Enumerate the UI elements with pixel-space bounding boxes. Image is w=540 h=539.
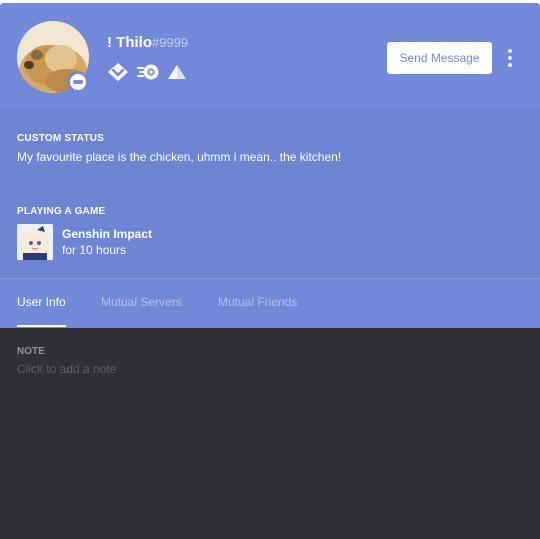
avatar[interactable] [17, 21, 89, 93]
activity-label: PLAYING A GAME [17, 206, 106, 217]
genshin-impact-game-icon [17, 224, 53, 260]
hypesquad-balance-icon[interactable] [107, 62, 129, 82]
more-vertical-icon[interactable] [502, 47, 518, 69]
custom-status-label: CUSTOM STATUS [17, 133, 105, 144]
dnd-status-icon [67, 71, 89, 93]
nitro-icon[interactable] [136, 63, 160, 81]
badge-list [107, 60, 194, 84]
profile-header: ! Thilo#9999 Send Message [0, 3, 540, 110]
user-profile-modal: ! Thilo#9999 Send Message CUSTOM STATUS … [0, 3, 540, 539]
note-input[interactable]: Click to add a note [17, 362, 317, 380]
discriminator: #9999 [152, 35, 189, 50]
send-message-button[interactable]: Send Message [387, 42, 492, 74]
name-tag: ! Thilo#9999 [107, 34, 188, 56]
note-label: NOTE [17, 346, 45, 357]
game-name: Genshin Impact [62, 227, 153, 241]
tab-user-info[interactable]: User Info [17, 279, 66, 327]
custom-status-text: My favourite place is the chicken, uhmm … [17, 150, 342, 164]
profile-tabs: User Info Mutual Servers Mutual Friends [0, 278, 540, 328]
server-boost-icon[interactable] [167, 63, 187, 81]
tab-mutual-friends[interactable]: Mutual Friends [218, 279, 297, 327]
profile-activity-section: CUSTOM STATUS My favourite place is the … [0, 110, 540, 278]
game-duration: for 10 hours [62, 243, 127, 257]
tab-mutual-servers[interactable]: Mutual Servers [101, 279, 182, 327]
username: ! Thilo [107, 34, 152, 51]
